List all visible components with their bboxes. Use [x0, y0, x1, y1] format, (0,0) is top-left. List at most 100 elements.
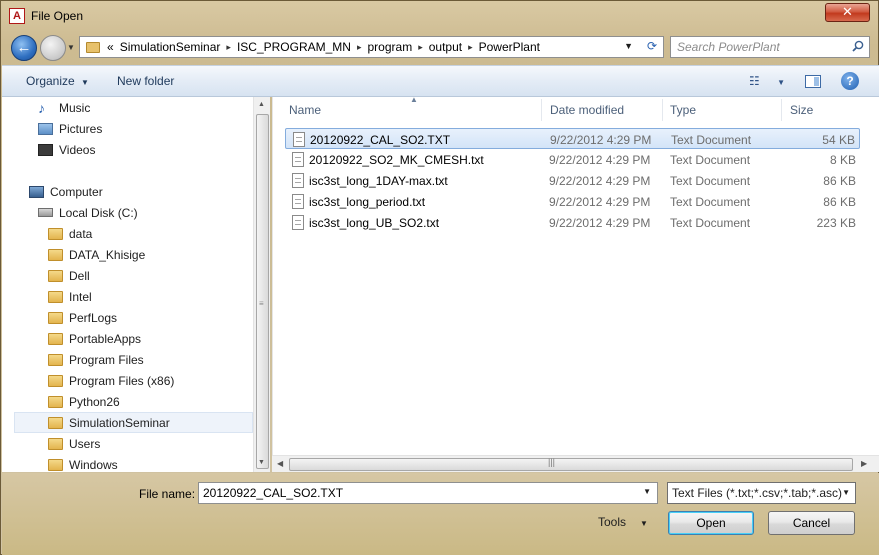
nav-vertical-scrollbar[interactable]: ▲ ≡ ▼: [253, 97, 270, 472]
nav-item-folder[interactable]: PortableApps: [48, 328, 270, 349]
nav-item-label: Music: [59, 100, 91, 115]
file-horizontal-scrollbar[interactable]: ◀ ||| ▶: [272, 455, 879, 472]
scroll-down-icon[interactable]: ▼: [258, 459, 265, 466]
nav-item-folder[interactable]: Program Files: [48, 349, 270, 370]
nav-item-music[interactable]: ♪ Music: [38, 97, 270, 118]
breadcrumb-item[interactable]: program: [365, 40, 416, 54]
file-name-combobox[interactable]: ▼: [198, 482, 658, 504]
navigation-pane: ♪ Music Pictures Videos Computer Local D…: [2, 97, 270, 472]
breadcrumb-overflow[interactable]: «: [104, 40, 117, 54]
file-type-filter-value: Text Files (*.txt;*.csv;*.tab;*.asc): [672, 486, 843, 500]
breadcrumb-separator-icon[interactable]: ▸: [223, 42, 234, 53]
nav-item-folder[interactable]: PerfLogs: [48, 307, 270, 328]
file-row[interactable]: 20120922_SO2_MK_CMESH.txt 9/22/2012 4:29…: [285, 149, 860, 170]
chevron-down-icon: ▼: [640, 519, 648, 528]
nav-item-label: SimulationSeminar: [69, 415, 170, 430]
folder-icon: [48, 227, 63, 240]
file-date: 9/22/2012 4:29 PM: [549, 216, 651, 230]
open-button[interactable]: Open: [668, 511, 754, 535]
forward-button[interactable]: [40, 35, 66, 61]
tools-label: Tools: [598, 515, 627, 529]
chevron-down-icon: ▼: [81, 78, 89, 87]
scrollbar-thumb[interactable]: [289, 458, 853, 471]
nav-item-folder[interactable]: data: [48, 223, 270, 244]
nav-item-folder[interactable]: Python26: [48, 391, 270, 412]
pictures-icon: [38, 122, 53, 135]
file-date: 9/22/2012 4:29 PM: [549, 174, 651, 188]
file-name: isc3st_long_1DAY-max.txt: [309, 174, 448, 188]
folder-icon: [48, 269, 63, 282]
breadcrumb-item[interactable]: SimulationSeminar: [117, 40, 224, 54]
breadcrumb-separator-icon[interactable]: ▸: [354, 42, 365, 53]
file-row[interactable]: isc3st_long_1DAY-max.txt 9/22/2012 4:29 …: [285, 170, 860, 191]
recent-locations-dropdown-icon[interactable]: ▼: [67, 43, 75, 52]
nav-item-folder[interactable]: Dell: [48, 265, 270, 286]
back-button[interactable]: ←: [11, 35, 37, 61]
scrollbar-thumb[interactable]: [256, 114, 269, 469]
file-row-selected[interactable]: 20120922_CAL_SO2.TXT 9/22/2012 4:29 PM T…: [285, 128, 860, 149]
search-icon[interactable]: [852, 40, 864, 52]
nav-item-local-disk[interactable]: Local Disk (C:): [38, 202, 270, 223]
file-date: 9/22/2012 4:29 PM: [549, 153, 651, 167]
refresh-icon[interactable]: ⟳: [647, 39, 657, 53]
breadcrumb-separator-icon[interactable]: ▸: [415, 42, 426, 53]
address-dropdown-icon[interactable]: ▼: [624, 41, 633, 51]
organize-button[interactable]: Organize ▼: [26, 74, 89, 88]
text-document-icon: [292, 194, 304, 209]
search-input[interactable]: [671, 37, 846, 57]
close-button[interactable]: ✕: [825, 3, 870, 22]
music-icon: ♪: [38, 99, 45, 116]
nav-item-folder[interactable]: DATA_Khisige: [48, 244, 270, 265]
nav-item-folder[interactable]: Users: [48, 433, 270, 454]
file-list: ▲ Name Date modified Type Size 20120922_…: [272, 95, 879, 472]
videos-icon: [38, 143, 53, 156]
change-view-button[interactable]: ☷ ▼: [749, 74, 785, 88]
file-type-filter-select[interactable]: Text Files (*.txt;*.csv;*.tab;*.asc) ▼: [667, 482, 856, 504]
nav-item-computer[interactable]: Computer: [29, 181, 270, 202]
column-header-type[interactable]: Type: [670, 103, 696, 117]
file-row[interactable]: isc3st_long_period.txt 9/22/2012 4:29 PM…: [285, 191, 860, 212]
column-header-name[interactable]: Name: [289, 103, 321, 117]
nav-item-selected-folder[interactable]: SimulationSeminar: [14, 412, 253, 433]
chevron-down-icon[interactable]: ▼: [643, 487, 651, 496]
address-bar[interactable]: « SimulationSeminar ▸ ISC_PROGRAM_MN ▸ p…: [79, 36, 664, 58]
folder-icon: [48, 311, 63, 324]
nav-item-folder[interactable]: Program Files (x86): [48, 370, 270, 391]
disk-drive-icon: [38, 208, 53, 217]
nav-item-pictures[interactable]: Pictures: [38, 118, 270, 139]
nav-item-folder[interactable]: Intel: [48, 286, 270, 307]
nav-item-videos[interactable]: Videos: [38, 139, 270, 160]
cancel-button[interactable]: Cancel: [768, 511, 855, 535]
tools-button[interactable]: Tools ▼: [598, 515, 648, 529]
file-size: 8 KB: [829, 153, 856, 167]
text-document-icon: [292, 152, 304, 167]
nav-item-folder[interactable]: Windows: [48, 454, 270, 472]
sort-indicator-icon: ▲: [410, 95, 418, 104]
help-icon[interactable]: ?: [841, 72, 859, 90]
nav-item-label: Python26: [69, 394, 120, 409]
column-divider[interactable]: [781, 99, 782, 121]
folder-icon: [48, 353, 63, 366]
breadcrumb-separator-icon[interactable]: ▸: [465, 42, 476, 53]
breadcrumb-item[interactable]: PowerPlant: [476, 40, 543, 54]
scrollbar-grip-icon: |||: [548, 457, 556, 467]
scroll-left-icon[interactable]: ◀: [277, 459, 283, 468]
dialog-footer: File name: ▼ Text Files (*.txt;*.csv;*.t…: [2, 473, 879, 555]
breadcrumb-item[interactable]: ISC_PROGRAM_MN: [234, 40, 354, 54]
file-row[interactable]: isc3st_long_UB_SO2.txt 9/22/2012 4:29 PM…: [285, 212, 860, 233]
new-folder-button[interactable]: New folder: [117, 74, 174, 88]
file-name: isc3st_long_UB_SO2.txt: [309, 216, 440, 230]
file-name-input[interactable]: [199, 483, 629, 503]
scroll-up-icon[interactable]: ▲: [258, 101, 265, 108]
file-date: 9/22/2012 4:29 PM: [549, 195, 651, 209]
nav-item-label: Videos: [59, 142, 96, 157]
column-header-date[interactable]: Date modified: [550, 103, 624, 117]
breadcrumb-item[interactable]: output: [426, 40, 465, 54]
column-divider[interactable]: [662, 99, 663, 121]
column-divider[interactable]: [541, 99, 542, 121]
scroll-right-icon[interactable]: ▶: [861, 459, 867, 468]
column-header-size[interactable]: Size: [790, 103, 813, 117]
search-box[interactable]: [670, 36, 870, 58]
preview-pane-icon[interactable]: [805, 75, 821, 88]
file-name-label: File name:: [139, 487, 196, 501]
